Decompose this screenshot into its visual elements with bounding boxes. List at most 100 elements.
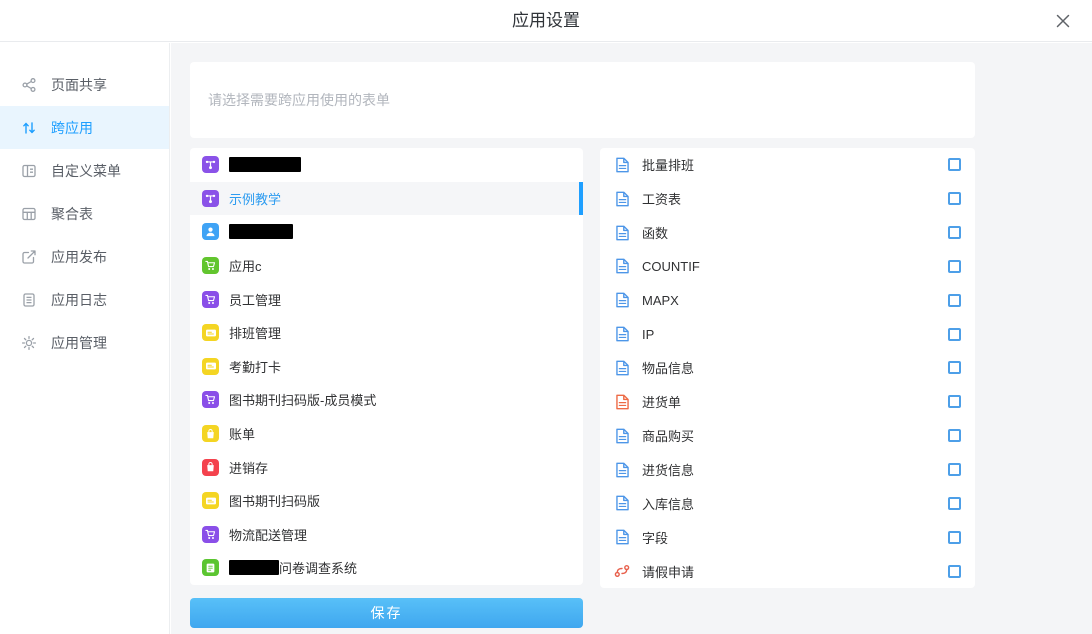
app-list-item[interactable]: 图书期刊扫码版 [190, 484, 583, 518]
app-label: 考勤打卡 [229, 357, 281, 376]
redacted-text [229, 157, 301, 172]
sidebar-item-app-log[interactable]: 应用日志 [0, 278, 169, 321]
cart-icon [202, 257, 219, 274]
app-list-item[interactable]: 应用c [190, 249, 583, 283]
bag-icon [202, 459, 219, 476]
checkbox[interactable] [948, 429, 961, 442]
form-doc-icon [614, 394, 630, 410]
sidebar-item-cross-app[interactable]: 跨应用 [0, 106, 169, 149]
sidebar-item-label: 应用管理 [51, 333, 107, 353]
form-doc-icon [614, 495, 630, 511]
app-label: 进销存 [229, 458, 268, 477]
org-chart-icon [202, 190, 219, 207]
app-label: 问卷调查系统 [279, 558, 357, 577]
form-list-item[interactable]: 字段 [600, 520, 975, 554]
form-list-item[interactable]: 入库信息 [600, 486, 975, 520]
form-list-item[interactable]: IP [600, 317, 975, 351]
card-icon [202, 358, 219, 375]
form-label: 请假申请 [642, 562, 948, 581]
checkbox[interactable] [948, 158, 961, 171]
form-doc-icon [614, 157, 630, 173]
sidebar-item-label: 自定义菜单 [51, 161, 121, 181]
gear-icon [21, 335, 37, 351]
checkbox[interactable] [948, 260, 961, 273]
checkbox[interactable] [948, 294, 961, 307]
form-list-item[interactable]: MAPX [600, 283, 975, 317]
checkbox[interactable] [948, 463, 961, 476]
form-doc-icon [614, 258, 630, 274]
redacted-text [229, 560, 279, 575]
form-doc-icon [614, 225, 630, 241]
form-label: 进货单 [642, 392, 948, 411]
custom-menu-icon [21, 163, 37, 179]
form-label: 批量排班 [642, 155, 948, 174]
app-list-item[interactable]: 示例教学 [190, 182, 583, 216]
sidebar-item-aggregate-table[interactable]: 聚合表 [0, 192, 169, 235]
sidebar-item-app-manage[interactable]: 应用管理 [0, 321, 169, 364]
share-icon [21, 77, 37, 93]
app-list: 示例教学应用c员工管理排班管理考勤打卡图书期刊扫码版-成员模式账单进销存图书期刊… [190, 148, 583, 585]
bag-icon [202, 425, 219, 442]
app-label: 账单 [229, 424, 255, 443]
form-doc-icon [614, 191, 630, 207]
form-list-item[interactable]: 商品购买 [600, 419, 975, 453]
sidebar-item-app-publish[interactable]: 应用发布 [0, 235, 169, 278]
app-label: 图书期刊扫码版 [229, 491, 320, 510]
cross-app-icon [21, 120, 37, 136]
app-list-item[interactable]: 问卷调查系统 [190, 551, 583, 585]
app-list-item[interactable]: 员工管理 [190, 282, 583, 316]
app-list-item[interactable]: 物流配送管理 [190, 518, 583, 552]
sidebar-item-page-share[interactable]: 页面共享 [0, 63, 169, 106]
form-doc-icon [614, 360, 630, 376]
form-list-item[interactable]: COUNTIF [600, 250, 975, 284]
app-list-item[interactable]: 图书期刊扫码版-成员模式 [190, 383, 583, 417]
checkbox[interactable] [948, 531, 961, 544]
cart-icon [202, 391, 219, 408]
form-list-item[interactable]: 进货单 [600, 385, 975, 419]
sidebar-item-custom-menu[interactable]: 自定义菜单 [0, 149, 169, 192]
app-list-item[interactable] [190, 148, 583, 182]
app-label: 物流配送管理 [229, 525, 307, 544]
checkbox[interactable] [948, 361, 961, 374]
redacted-text [229, 224, 293, 239]
checkbox[interactable] [948, 328, 961, 341]
form-list-item[interactable]: 请假申请 [600, 554, 975, 588]
main-content: 请选择需要跨应用使用的表单 示例教学应用c员工管理排班管理考勤打卡图书期刊扫码版… [171, 43, 1092, 634]
form-list-item[interactable]: 进货信息 [600, 453, 975, 487]
app-label: 排班管理 [229, 323, 281, 342]
form-list-item[interactable]: 物品信息 [600, 351, 975, 385]
app-list-item[interactable]: 账单 [190, 417, 583, 451]
checkbox[interactable] [948, 226, 961, 239]
page-title: 应用设置 [0, 0, 1092, 42]
form-label: COUNTIF [642, 259, 948, 274]
form-label: 字段 [642, 528, 948, 547]
cart-icon [202, 526, 219, 543]
workflow-icon [614, 563, 630, 579]
form-list-item[interactable]: 工资表 [600, 182, 975, 216]
form-list-item[interactable]: 函数 [600, 216, 975, 250]
sidebar-item-label: 页面共享 [51, 75, 107, 95]
selected-indicator [579, 182, 583, 216]
checkbox[interactable] [948, 192, 961, 205]
form-list: 批量排班工资表函数 COUNTIF MAPXIP物品信息进货单商品购买进货信息入库信… [600, 148, 975, 588]
form-label: 商品购买 [642, 426, 948, 445]
checkbox[interactable] [948, 497, 961, 510]
app-list-item[interactable] [190, 215, 583, 249]
sidebar-item-label: 应用日志 [51, 290, 107, 310]
org-chart-icon [202, 156, 219, 173]
form-picker-placeholder: 请选择需要跨应用使用的表单 [208, 90, 390, 110]
save-button[interactable]: 保存 [190, 598, 583, 628]
app-list-item[interactable]: 排班管理 [190, 316, 583, 350]
form-picker-input[interactable]: 请选择需要跨应用使用的表单 [190, 62, 975, 138]
publish-icon [21, 249, 37, 265]
app-list-item[interactable]: 进销存 [190, 450, 583, 484]
form-list-item[interactable]: 批量排班 [600, 148, 975, 182]
aggregate-table-icon [21, 206, 37, 222]
app-list-item[interactable]: 考勤打卡 [190, 350, 583, 384]
card-icon [202, 492, 219, 509]
person-icon [202, 223, 219, 240]
doc-pen-icon [202, 559, 219, 576]
checkbox[interactable] [948, 395, 961, 408]
checkbox[interactable] [948, 565, 961, 578]
close-icon[interactable] [1052, 10, 1074, 32]
